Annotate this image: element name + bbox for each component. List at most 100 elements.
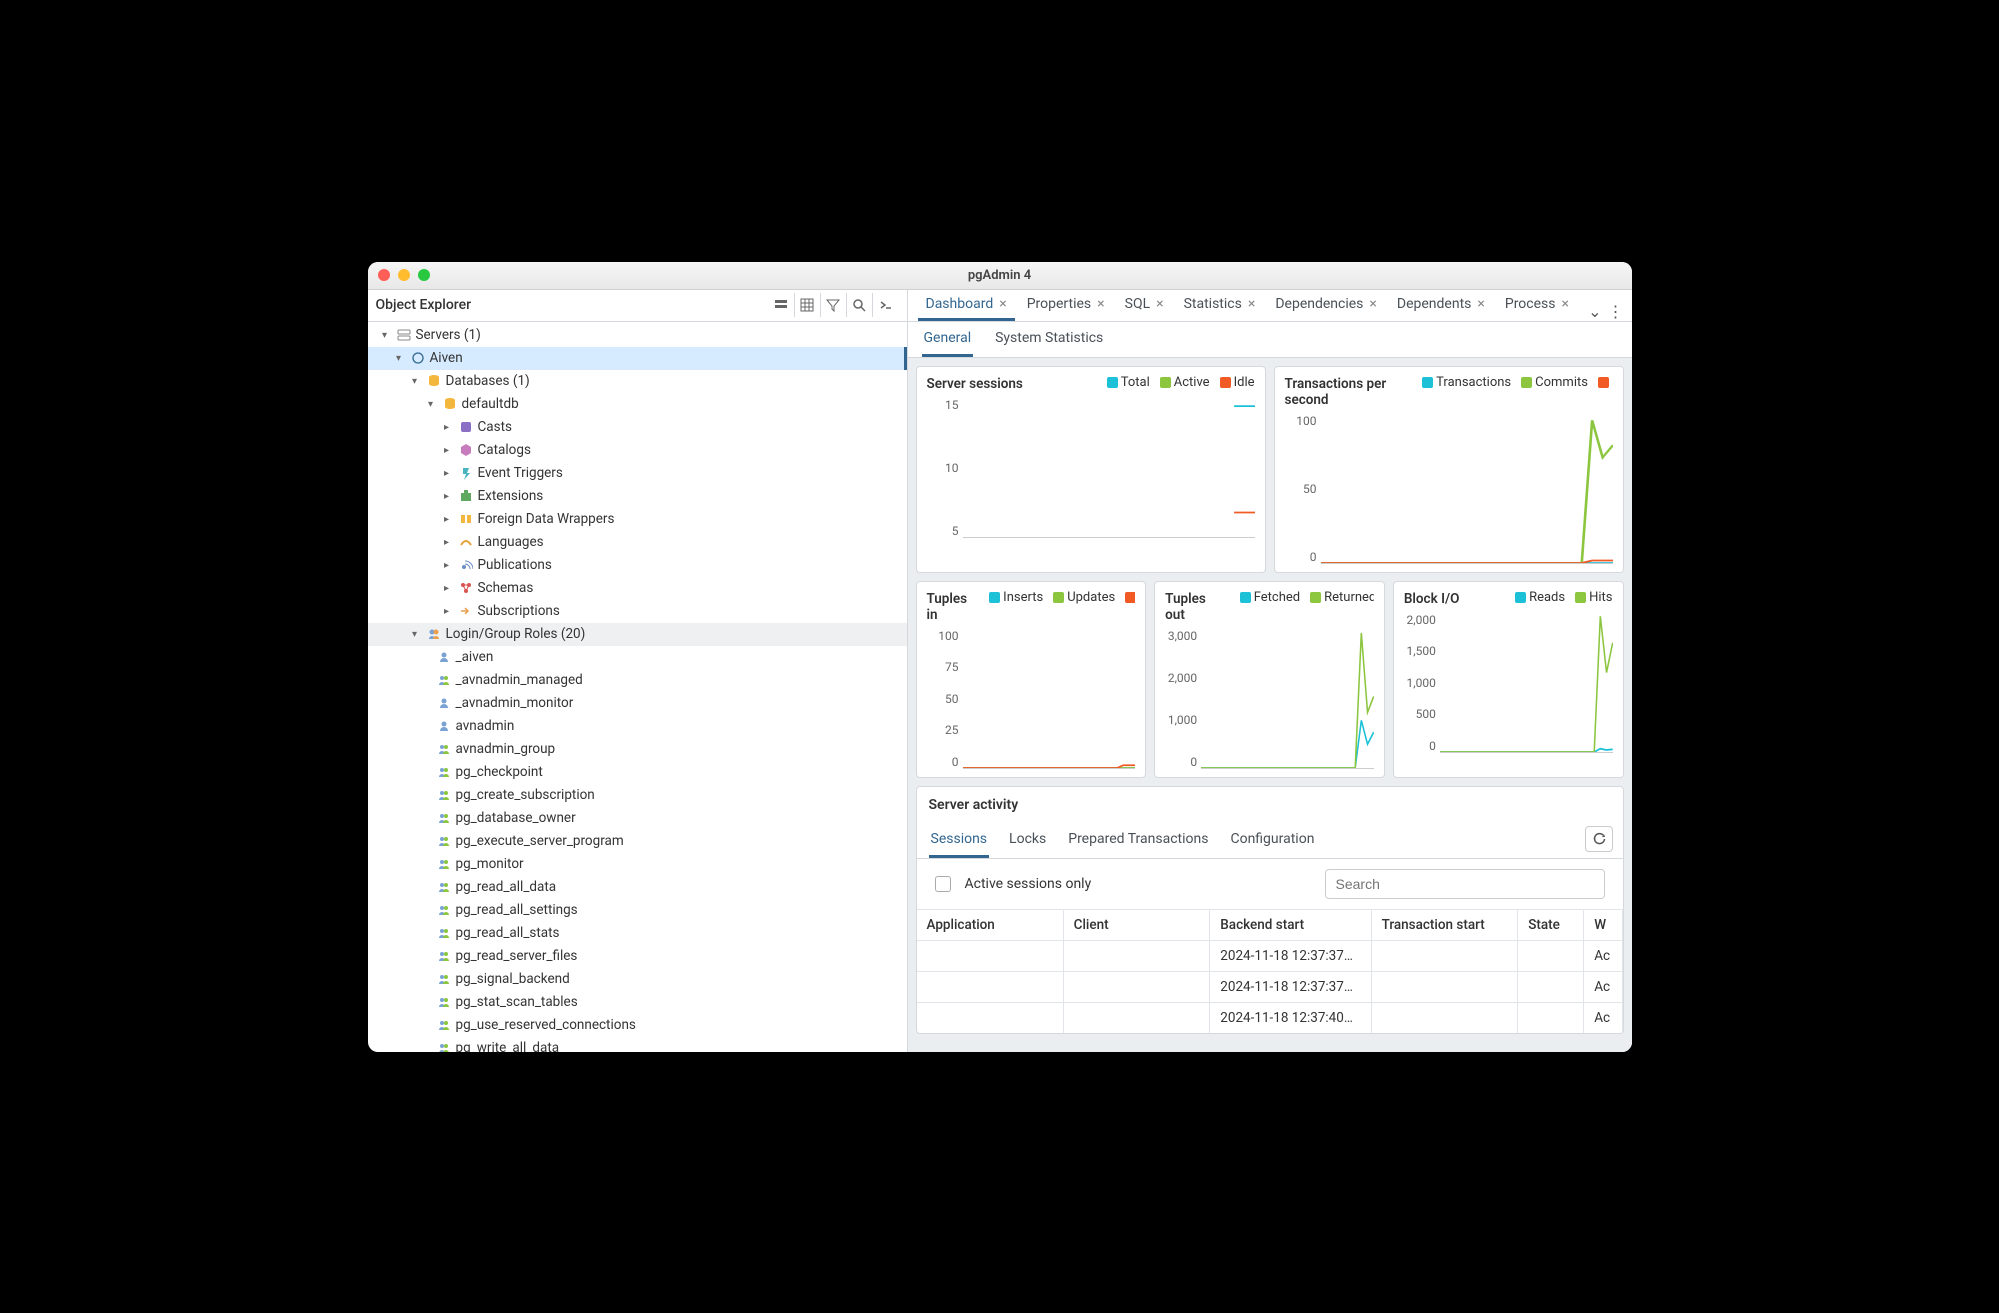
tree-item-role-_avnadmin_monitor[interactable]: _avnadmin_monitor: [368, 692, 907, 715]
legend-item: Fetched: [1240, 590, 1300, 605]
chevron-right-icon[interactable]: ▸: [440, 489, 454, 503]
legend-item: Reads: [1515, 590, 1565, 605]
table-row[interactable]: 2024-11-18 12:37:37…Ac: [917, 971, 1623, 1002]
chart-transactions: Transactions per secondTransactionsCommi…: [1274, 366, 1624, 573]
tree-item-role-_avnadmin_managed[interactable]: _avnadmin_managed: [368, 669, 907, 692]
servers-icon: [396, 327, 412, 343]
tree-item-login-roles[interactable]: ▾Login/Group Roles (20): [368, 623, 907, 646]
chart-block_io: Block I/OReadsHits 2,0001,5001,0005000: [1393, 581, 1624, 778]
chevron-down-icon[interactable]: ▾: [392, 351, 406, 365]
table-row[interactable]: 2024-11-18 12:37:40…Ac: [917, 1002, 1623, 1033]
sa-tab-prepared-transactions[interactable]: Prepared Transactions: [1066, 823, 1210, 858]
table-header[interactable]: W: [1584, 909, 1622, 940]
tab-statistics[interactable]: Statistics×: [1176, 290, 1264, 321]
tab-dependents[interactable]: Dependents×: [1389, 290, 1493, 321]
tree-item-casts[interactable]: ▸Casts: [368, 416, 907, 439]
query-tool-button[interactable]: [769, 293, 795, 317]
tree-item-role-pg_write_all_data[interactable]: pg_write_all_data: [368, 1037, 907, 1052]
table-header[interactable]: Application: [917, 909, 1064, 940]
tree-item-languages[interactable]: ▸Languages: [368, 531, 907, 554]
legend-item: Idle: [1220, 375, 1255, 390]
chevron-right-icon[interactable]: ▸: [440, 420, 454, 434]
tree-item-subscriptions[interactable]: ▸Subscriptions: [368, 600, 907, 623]
chevron-down-icon[interactable]: ▾: [424, 397, 438, 411]
tree-item-defaultdb[interactable]: ▾defaultdb: [368, 393, 907, 416]
subtab-general[interactable]: General: [922, 322, 974, 357]
chevron-right-icon[interactable]: ▸: [440, 443, 454, 457]
close-icon[interactable]: ×: [1248, 296, 1255, 312]
view-data-button[interactable]: [795, 293, 821, 317]
category-icon: [458, 534, 474, 550]
tree-item-databases[interactable]: ▾Databases (1): [368, 370, 907, 393]
tree-item-role-_aiven[interactable]: _aiven: [368, 646, 907, 669]
tree-item-schemas[interactable]: ▸Schemas: [368, 577, 907, 600]
tab-dependencies[interactable]: Dependencies×: [1267, 290, 1385, 321]
window-title: pgAdmin 4: [368, 268, 1632, 283]
chevron-right-icon[interactable]: ▸: [440, 558, 454, 572]
psql-button[interactable]: [873, 293, 899, 317]
chevron-down-icon[interactable]: ▾: [408, 374, 422, 388]
close-icon[interactable]: ×: [1369, 296, 1376, 312]
tree-item-extensions[interactable]: ▸Extensions: [368, 485, 907, 508]
chevron-right-icon[interactable]: ▸: [440, 466, 454, 480]
tree-item-publications[interactable]: ▸Publications: [368, 554, 907, 577]
chevron-right-icon[interactable]: ▸: [440, 535, 454, 549]
tree-item-role-pg_signal_backend[interactable]: pg_signal_backend: [368, 968, 907, 991]
sa-tab-sessions[interactable]: Sessions: [929, 823, 990, 858]
chart-title: Block I/O: [1404, 591, 1460, 607]
tree-item-role-pg_read_server_files[interactable]: pg_read_server_files: [368, 945, 907, 968]
tree-item-role-pg_stat_scan_tables[interactable]: pg_stat_scan_tables: [368, 991, 907, 1014]
table-header[interactable]: Client: [1063, 909, 1210, 940]
tree-item-role-pg_create_subscription[interactable]: pg_create_subscription: [368, 784, 907, 807]
refresh-button[interactable]: [1585, 826, 1613, 852]
tree-item-role-pg_read_all_stats[interactable]: pg_read_all_stats: [368, 922, 907, 945]
tree-item-role-pg_monitor[interactable]: pg_monitor: [368, 853, 907, 876]
search-button[interactable]: [847, 293, 873, 317]
tab-properties[interactable]: Properties×: [1019, 290, 1113, 321]
tree-item-role-pg_read_all_data[interactable]: pg_read_all_data: [368, 876, 907, 899]
tree-item-servers[interactable]: ▾Servers (1): [368, 324, 907, 347]
table-header[interactable]: Transaction start: [1371, 909, 1518, 940]
tree-item-role-avnadmin_group[interactable]: avnadmin_group: [368, 738, 907, 761]
tree[interactable]: ▾Servers (1)▾Aiven▾Databases (1)▾default…: [368, 322, 907, 1052]
sa-tab-configuration[interactable]: Configuration: [1228, 823, 1316, 858]
tree-item-role-avnadmin[interactable]: avnadmin: [368, 715, 907, 738]
close-icon[interactable]: ×: [1097, 296, 1104, 312]
chevron-down-icon[interactable]: ▾: [378, 328, 392, 342]
subtab-system-statistics[interactable]: System Statistics: [993, 322, 1105, 357]
close-icon[interactable]: ×: [999, 296, 1006, 312]
tree-item-aiven[interactable]: ▾Aiven: [368, 347, 907, 370]
tab-process[interactable]: Process×: [1497, 290, 1577, 321]
close-icon[interactable]: ×: [1562, 296, 1569, 312]
search-input[interactable]: [1325, 869, 1605, 899]
tab-sql[interactable]: SQL×: [1117, 290, 1172, 321]
chevron-right-icon[interactable]: ▸: [440, 581, 454, 595]
filter-button[interactable]: [821, 293, 847, 317]
active-sessions-only-checkbox[interactable]: [935, 876, 951, 892]
table-header[interactable]: Backend start: [1210, 909, 1371, 940]
table-header[interactable]: State: [1518, 909, 1584, 940]
role-icon: [436, 833, 452, 849]
table-row[interactable]: 2024-11-18 12:37:37…Ac: [917, 940, 1623, 971]
tree-item-role-pg_execute_server_program[interactable]: pg_execute_server_program: [368, 830, 907, 853]
tree-item-role-pg_read_all_settings[interactable]: pg_read_all_settings: [368, 899, 907, 922]
tab-dashboard[interactable]: Dashboard×: [918, 290, 1015, 321]
role-icon: [436, 1017, 452, 1033]
sa-tab-locks[interactable]: Locks: [1007, 823, 1048, 858]
tabs-menu-icon[interactable]: ⋮: [1608, 302, 1624, 321]
close-icon[interactable]: ×: [1156, 296, 1163, 312]
tabs-overflow-icon[interactable]: ⌄: [1588, 302, 1601, 321]
tree-item-role-pg_database_owner[interactable]: pg_database_owner: [368, 807, 907, 830]
tree-item-role-pg_use_reserved_connections[interactable]: pg_use_reserved_connections: [368, 1014, 907, 1037]
tree-item-role-pg_checkpoint[interactable]: pg_checkpoint: [368, 761, 907, 784]
category-icon: [458, 488, 474, 504]
chevron-right-icon[interactable]: ▸: [440, 604, 454, 618]
chevron-right-icon[interactable]: ▸: [440, 512, 454, 526]
tree-item-catalogs[interactable]: ▸Catalogs: [368, 439, 907, 462]
chevron-down-icon[interactable]: ▾: [408, 627, 422, 641]
tree-item-event-triggers[interactable]: ▸Event Triggers: [368, 462, 907, 485]
close-icon[interactable]: ×: [1477, 296, 1484, 312]
chart-title: Tuples in: [927, 591, 978, 623]
role-icon: [436, 879, 452, 895]
tree-item-foreign-data-wrappers[interactable]: ▸Foreign Data Wrappers: [368, 508, 907, 531]
